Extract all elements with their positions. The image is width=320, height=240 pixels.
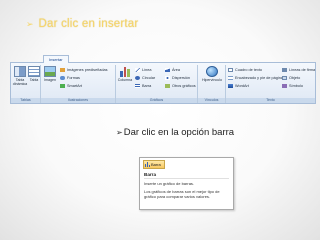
shapes-icon	[60, 76, 65, 80]
smartart-label: SmartArt	[67, 84, 82, 88]
cuadro-de-texto-label: Cuadro de texto	[235, 68, 263, 72]
barra-button[interactable]: Barra	[135, 83, 151, 89]
smartart-icon	[60, 84, 65, 88]
group-vinculos: Hipervínculo Vínculos	[198, 65, 226, 103]
formas-button[interactable]: Formas	[60, 75, 80, 81]
instruction-text: Dar clic en la opción barra	[123, 127, 235, 138]
ribbon: Insertar Tabla dinámica Tabla Tablas Ima…	[10, 55, 316, 104]
wordart-button[interactable]: WordArt	[228, 83, 249, 89]
imagen-label: Imagen	[44, 78, 56, 82]
smartart-button[interactable]: SmartArt	[60, 83, 82, 89]
barra-tooltip: Barra Barra Inserte un gráfico de barras…	[139, 157, 234, 210]
imagenes-predisenadas-label: Imágenes prediseñadas	[67, 68, 108, 72]
hipervinculo-label: Hipervínculo	[202, 78, 222, 82]
group-label-texto: Texto	[226, 98, 315, 103]
slide: ➢ Dar clic en insertar Insertar Tabla di…	[0, 0, 320, 240]
scatter-chart-icon	[165, 76, 170, 80]
otros-graficos-label: Otros gráficos	[172, 84, 196, 88]
tabla-button[interactable]: Tabla	[26, 66, 42, 82]
barra-button-label: Barra	[151, 162, 161, 167]
pivot-table-icon	[14, 66, 26, 77]
barra-highlighted-button[interactable]: Barra	[143, 160, 165, 169]
simbolo-label: Símbolo	[289, 84, 303, 88]
tooltip-description-line: Inserte un gráfico de barras.	[144, 181, 195, 186]
column-chart-icon	[119, 66, 131, 77]
area-button[interactable]: Área	[165, 67, 180, 73]
columna-button[interactable]: Columna	[117, 66, 133, 82]
imagen-button[interactable]: Imagen	[42, 66, 58, 82]
slide-title-row: ➢ Dar clic en insertar	[26, 18, 138, 30]
arrow-bullet-icon: ➢	[26, 18, 34, 29]
wordart-icon	[228, 84, 233, 88]
group-ilustraciones: Imagen Imágenes prediseñadas Formas Smar…	[41, 65, 116, 103]
line-chart-icon	[135, 68, 140, 72]
picture-icon	[44, 66, 56, 77]
dispersion-button[interactable]: Dispersión	[165, 75, 190, 81]
group-label-ilustraciones: Ilustraciones	[41, 98, 115, 103]
group-graficos: Columna Línea Área Circular Dispersión B…	[116, 65, 198, 103]
barra-label: Barra	[142, 84, 152, 88]
formas-label: Formas	[67, 76, 80, 80]
group-label-vinculos: Vínculos	[198, 98, 225, 103]
lineas-de-firma-label: Líneas de firma	[289, 68, 316, 72]
imagenes-predisenadas-button[interactable]: Imágenes prediseñadas	[60, 67, 108, 73]
otros-graficos-button[interactable]: Otros gráficos	[165, 83, 196, 89]
symbol-icon	[282, 84, 287, 88]
group-texto: Cuadro de texto Líneas de firma Encabeza…	[226, 65, 315, 103]
tooltip-title: Barra	[144, 172, 157, 177]
encabezado-pie-button[interactable]: Encabezado y pie de página	[228, 75, 283, 81]
circular-button[interactable]: Circular	[135, 75, 155, 81]
slide-title: Dar clic en insertar	[38, 18, 139, 30]
table-icon	[28, 66, 40, 77]
cuadro-de-texto-button[interactable]: Cuadro de texto	[228, 67, 262, 73]
simbolo-button[interactable]: Símbolo	[282, 83, 303, 89]
pie-chart-icon	[135, 76, 140, 80]
columna-label: Columna	[117, 78, 133, 82]
group-label-graficos: Gráficos	[116, 98, 197, 103]
signature-line-icon	[282, 68, 287, 72]
circular-label: Circular	[142, 76, 156, 80]
instruction-bullet: ➢ Dar clic en la opción barra	[116, 127, 234, 138]
tabla-label: Tabla	[29, 78, 39, 82]
bar-chart-icon	[145, 162, 150, 167]
clip-art-icon	[60, 68, 65, 72]
header-footer-icon	[228, 76, 233, 80]
encabezado-pie-label: Encabezado y pie de página	[235, 76, 283, 80]
objeto-label: Objeto	[289, 76, 301, 80]
group-label-tablas: Tablas	[11, 98, 40, 103]
tooltip-divider	[144, 178, 229, 179]
linea-label: Línea	[142, 68, 152, 72]
area-label: Área	[172, 68, 181, 72]
wordart-label: WordArt	[235, 84, 249, 88]
dispersion-label: Dispersión	[172, 76, 190, 80]
bar-chart-icon	[135, 84, 140, 88]
objeto-button[interactable]: Objeto	[282, 75, 300, 81]
globe-link-icon	[206, 66, 218, 77]
lineas-de-firma-button[interactable]: Líneas de firma	[282, 67, 315, 73]
hipervinculo-button[interactable]: Hipervínculo	[200, 66, 224, 82]
other-charts-icon	[165, 84, 170, 88]
arrow-bullet-icon: ➢	[116, 128, 123, 137]
tooltip-description-line: gráfico para comparar varios valores.	[144, 194, 211, 199]
linea-button[interactable]: Línea	[135, 67, 152, 73]
group-tablas: Tabla dinámica Tabla Tablas	[11, 65, 41, 103]
object-icon	[282, 76, 287, 80]
area-chart-icon	[165, 68, 170, 72]
tab-insertar[interactable]: Insertar	[43, 55, 69, 63]
text-box-icon	[228, 68, 233, 72]
